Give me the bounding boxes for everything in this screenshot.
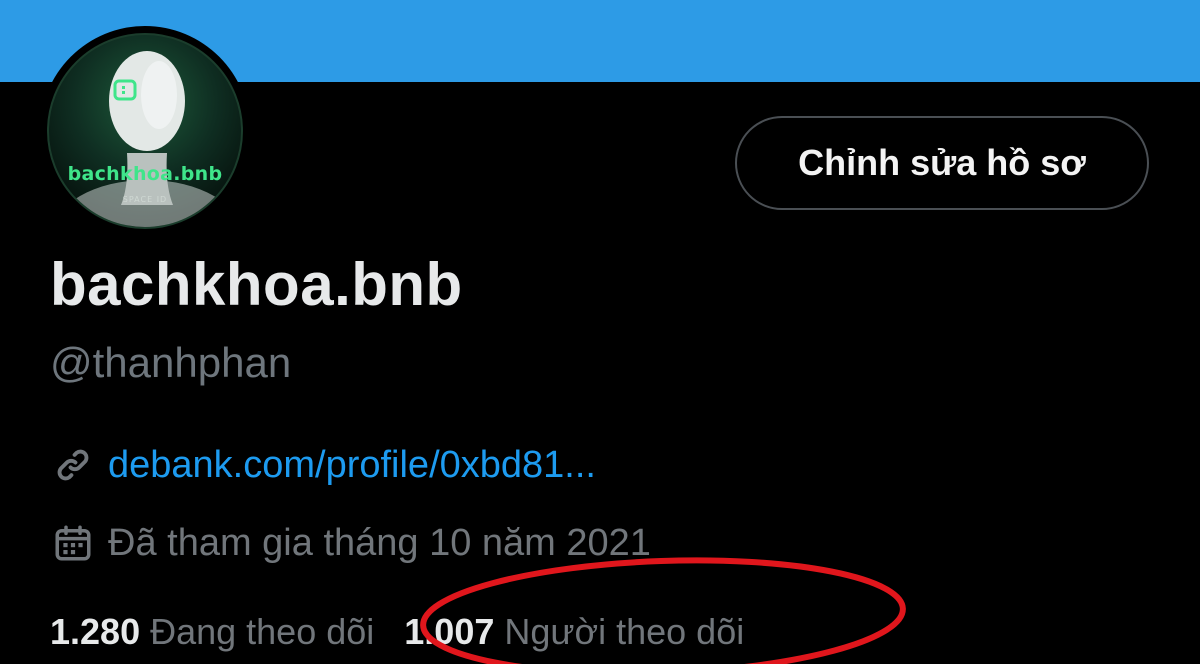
profile-link-row: debank.com/profile/0xbd81... [52, 440, 596, 490]
followers-stat[interactable]: 1.007 Người theo dõi [404, 611, 744, 653]
follow-stats: 1.280 Đang theo dõi 1.007 Người theo dõi [50, 608, 774, 656]
avatar[interactable]: bachkhoa.bnb SPACE ID [47, 33, 243, 229]
user-handle: @thanhphan [50, 339, 292, 386]
handle-redaction [300, 336, 320, 390]
followers-label: Người theo dõi [504, 611, 745, 652]
avatar-name-text: bachkhoa.bnb [67, 163, 223, 185]
joined-date-row: Đã tham gia tháng 10 năm 2021 [52, 518, 651, 568]
profile-page: bachkhoa.bnb SPACE ID Chỉnh sửa hồ sơ ba… [0, 0, 1200, 664]
followers-count: 1.007 [404, 611, 495, 652]
avatar-badge-text: SPACE ID [122, 195, 168, 204]
edit-profile-button[interactable]: Chỉnh sửa hồ sơ [735, 116, 1149, 210]
following-label: Đang theo dõi [150, 611, 375, 652]
link-icon [57, 449, 89, 481]
calendar-icon [55, 525, 91, 561]
following-count: 1.280 [50, 611, 141, 652]
following-stat[interactable]: 1.280 Đang theo dõi [50, 611, 374, 653]
profile-website-link[interactable]: debank.com/profile/0xbd81... [108, 440, 596, 490]
joined-date-text: Đã tham gia tháng 10 năm 2021 [108, 522, 651, 564]
display-name: bachkhoa.bnb [50, 251, 463, 318]
